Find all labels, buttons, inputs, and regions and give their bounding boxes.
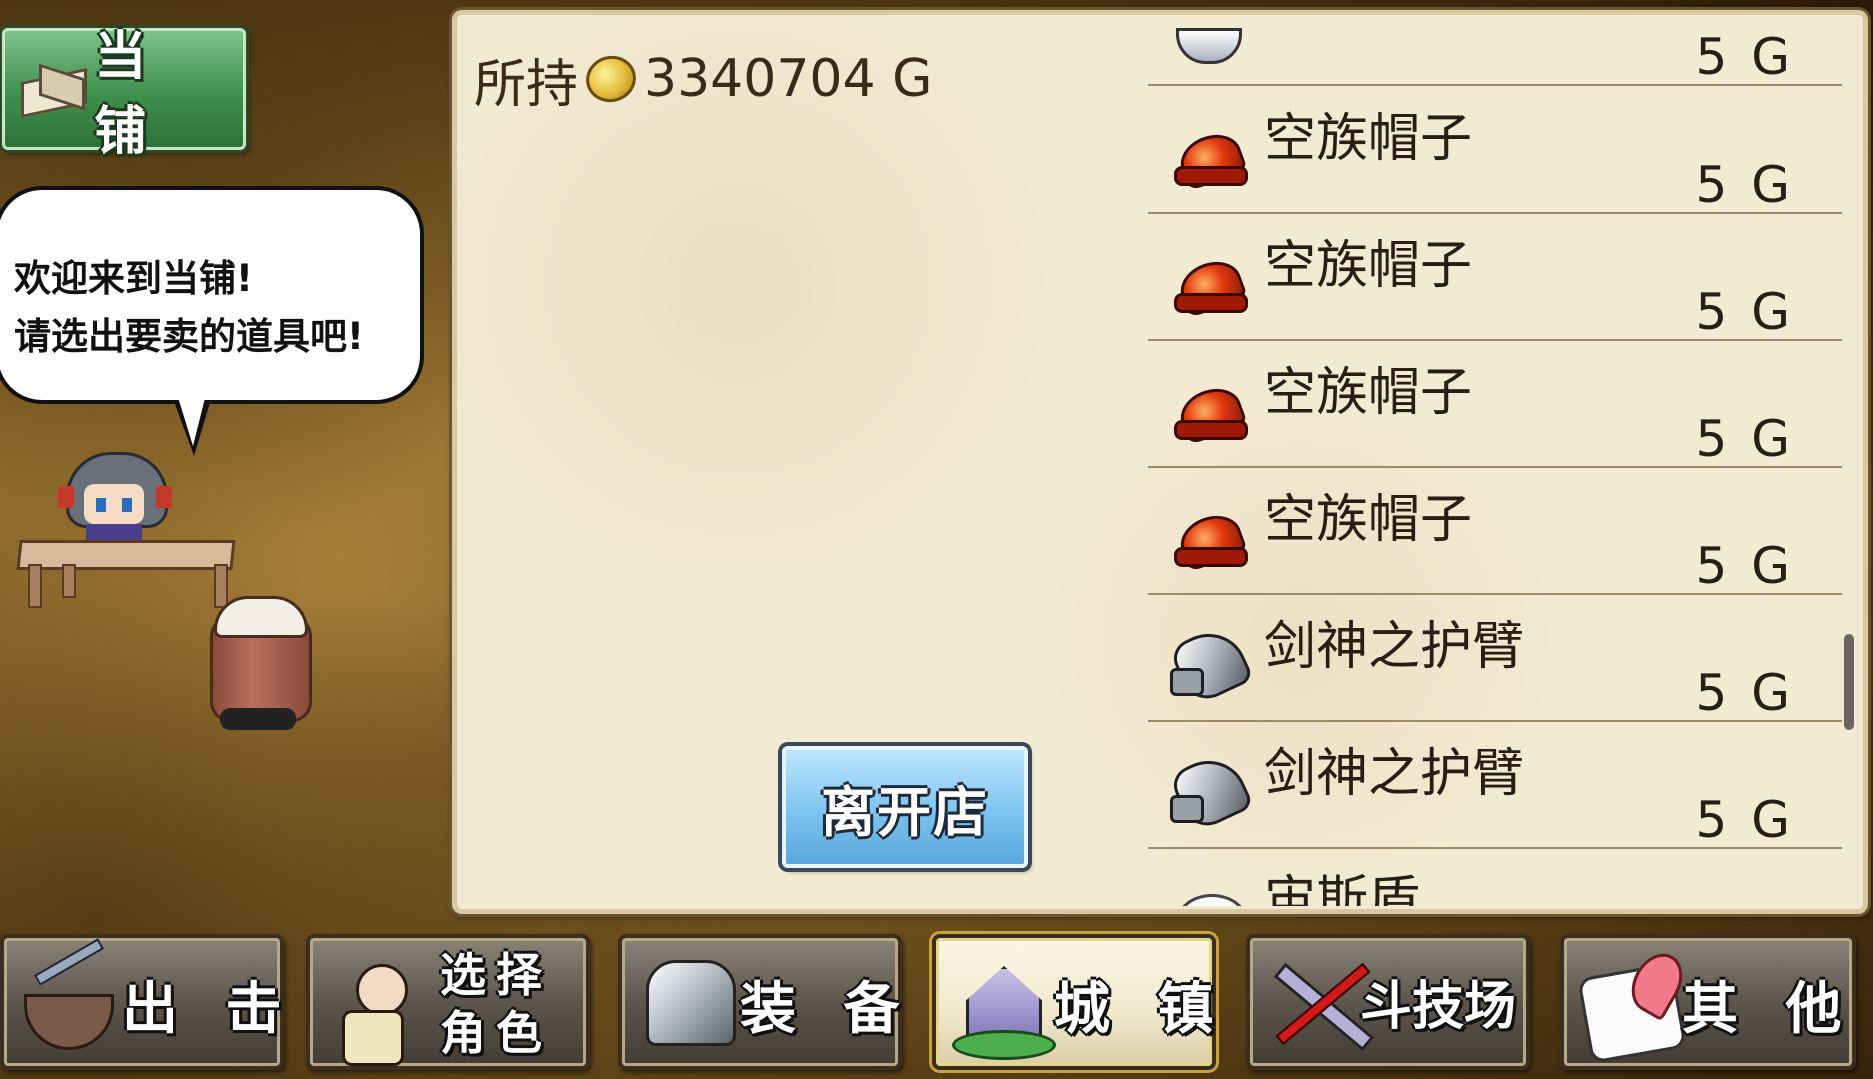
- red-hat-icon: [1170, 503, 1250, 567]
- tab-arena[interactable]: 斗技场: [1246, 934, 1530, 1070]
- equipment-armor-icon: [632, 946, 742, 1062]
- item-row[interactable]: 空族帽子 5 G: [1148, 340, 1842, 468]
- item-name: 剑神之护臂: [1264, 617, 1525, 677]
- item-price: 5 G: [1695, 664, 1794, 722]
- tab-label: 装 备: [740, 977, 914, 1042]
- partial-item-icon: [1170, 28, 1250, 92]
- item-row[interactable]: 5 G: [1148, 26, 1842, 86]
- tab-label: 其 他: [1682, 977, 1856, 1042]
- sell-item-list[interactable]: 5 G 空族帽子 5 G 空族帽子 5 G 空族帽子 5 G 空族帽子 5 G …: [1148, 26, 1842, 906]
- money-display: 所持 3340704 G: [474, 44, 933, 115]
- red-hat-icon: [1170, 249, 1250, 313]
- item-name: 空族帽子: [1264, 490, 1473, 550]
- item-name: 宙斯盾: [1264, 871, 1421, 906]
- item-price: 5 G: [1695, 410, 1794, 468]
- silver-gauntlet-icon: [1170, 757, 1250, 823]
- other-scroll-icon: [1574, 946, 1684, 1062]
- pawnshop-chest-icon: [17, 63, 87, 119]
- money-label: 所持: [474, 54, 579, 115]
- red-hat-icon: [1170, 122, 1250, 186]
- item-name: 剑神之护臂: [1264, 744, 1525, 804]
- bottom-tab-bar: 出 击 选择 角色 装 备 城 镇 斗技场 其 他: [0, 926, 1873, 1079]
- tab-label: 选择 角色: [440, 948, 552, 1060]
- character-select-icon: [320, 946, 430, 1066]
- tab-town[interactable]: 城 镇: [932, 934, 1216, 1070]
- dialog-line-2: 请选出要卖的道具吧!: [14, 315, 364, 358]
- red-hat-icon: [1170, 376, 1250, 440]
- item-name: 空族帽子: [1264, 109, 1473, 169]
- item-row[interactable]: 剑神之护臂 5 G: [1148, 721, 1842, 849]
- tab-character-select[interactable]: 选择 角色: [306, 934, 590, 1070]
- dialog-line-1: 欢迎来到当铺!: [14, 257, 253, 300]
- gold-coin-icon: [580, 50, 642, 108]
- sortie-boat-icon: [14, 946, 124, 1062]
- item-row[interactable]: 剑神之护臂 5 G: [1148, 594, 1842, 722]
- item-row[interactable]: 空族帽子 5 G: [1148, 86, 1842, 214]
- item-price: 5 G: [1695, 156, 1794, 214]
- item-row[interactable]: 空族帽子 5 G: [1148, 213, 1842, 341]
- item-price: 5 G: [1695, 791, 1794, 849]
- item-name: 空族帽子: [1264, 363, 1473, 423]
- town-castle-icon: [946, 946, 1056, 1062]
- tab-other[interactable]: 其 他: [1560, 934, 1856, 1070]
- item-price: 5 G: [1695, 283, 1794, 341]
- silver-gauntlet-icon: [1170, 630, 1250, 696]
- arena-swords-icon: [1260, 946, 1370, 1062]
- money-amount: 3340704 G: [644, 49, 933, 109]
- shield-icon: [1170, 884, 1250, 906]
- tab-label: 城 镇: [1054, 977, 1228, 1042]
- tab-label: 出 击: [122, 977, 296, 1042]
- item-price: 5 G: [1695, 28, 1794, 86]
- tab-label: 斗技场: [1360, 977, 1517, 1037]
- tab-equipment[interactable]: 装 备: [618, 934, 902, 1070]
- item-row[interactable]: 宙斯盾: [1148, 848, 1842, 906]
- shop-title: 当 铺: [94, 27, 161, 162]
- shop-title-badge: 当 铺: [2, 27, 246, 162]
- speech-bubble-tail-fill: [177, 394, 206, 446]
- shop-counter-table: [16, 540, 236, 610]
- speech-bubble: 欢迎来到当铺! 请选出要卖的道具吧!: [0, 186, 424, 404]
- item-price: 5 G: [1695, 537, 1794, 595]
- leave-shop-button[interactable]: 离开店: [782, 746, 1028, 868]
- customer-sprite: [210, 596, 312, 736]
- tab-sortie[interactable]: 出 击: [0, 934, 284, 1070]
- item-row[interactable]: 空族帽子 5 G: [1148, 467, 1842, 595]
- list-scrollbar[interactable]: [1844, 634, 1854, 730]
- item-name: 空族帽子: [1264, 236, 1473, 296]
